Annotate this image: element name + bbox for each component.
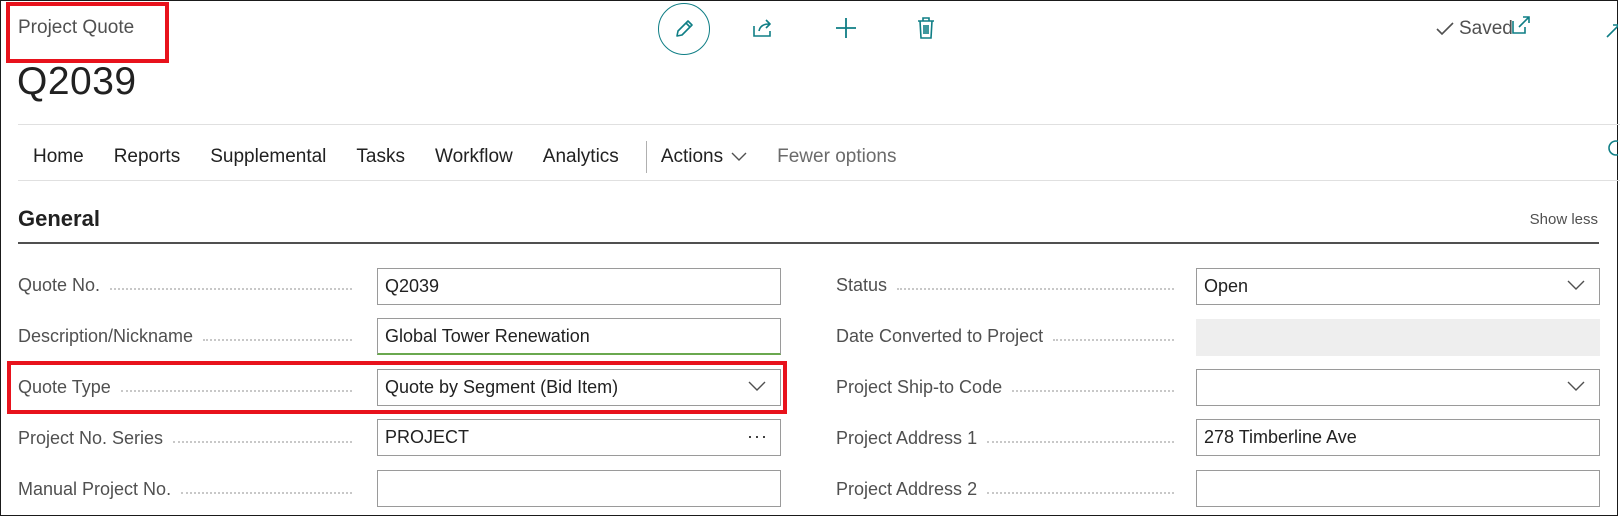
address-2-field[interactable] xyxy=(1196,470,1600,507)
new-button[interactable] xyxy=(831,13,861,43)
manual-project-no-label: Manual Project No. xyxy=(18,479,172,499)
collapse-arrow-icon xyxy=(1606,24,1618,38)
status-value: Open xyxy=(1204,276,1249,296)
quote-no-field[interactable]: Q2039 xyxy=(377,268,781,305)
show-less-link[interactable]: Show less xyxy=(1530,211,1598,228)
trash-icon xyxy=(918,17,934,39)
tab-home[interactable]: Home xyxy=(18,146,99,168)
description-label: Description/Nickname xyxy=(18,326,194,346)
dot-leader xyxy=(110,287,352,290)
highlight-box-caption xyxy=(6,2,169,63)
saved-label: Saved xyxy=(1459,18,1513,39)
open-new-window-button[interactable] xyxy=(1510,14,1536,40)
tab-separator xyxy=(645,141,647,173)
field-row-ship-to-code: Project Ship-to Code xyxy=(836,377,1184,398)
quote-no-label: Quote No. xyxy=(18,275,101,295)
field-row-manual-project-no: Manual Project No. xyxy=(18,479,362,500)
status-select[interactable]: Open xyxy=(1196,268,1600,305)
delete-button[interactable] xyxy=(912,13,940,43)
lookup-ellipsis-icon[interactable]: ··· xyxy=(747,426,768,447)
dot-leader xyxy=(173,440,352,443)
chevron-down-icon xyxy=(1567,381,1585,391)
manual-project-no-field[interactable] xyxy=(377,470,781,507)
field-row-address-2: Project Address 2 xyxy=(836,479,1184,500)
fewer-options-link[interactable]: Fewer options xyxy=(762,146,911,168)
header-divider xyxy=(18,124,1620,125)
dot-leader xyxy=(987,440,1174,443)
status-label: Status xyxy=(836,275,888,295)
share-icon xyxy=(753,19,771,37)
tab-analytics[interactable]: Analytics xyxy=(528,146,634,168)
tab-actions[interactable]: Actions xyxy=(661,146,762,168)
field-row-description: Description/Nickname xyxy=(18,326,362,347)
address-1-field[interactable]: 278 Timberline Ave xyxy=(1196,419,1600,456)
highlight-box-quote-type xyxy=(7,361,787,414)
tab-workflow[interactable]: Workflow xyxy=(420,146,528,168)
collapse-button[interactable] xyxy=(1604,18,1618,40)
actionbar-divider xyxy=(18,180,1620,181)
section-underline xyxy=(18,242,1599,244)
tab-reports[interactable]: Reports xyxy=(99,146,196,168)
pencil-icon xyxy=(676,20,693,37)
address-2-label: Project Address 2 xyxy=(836,479,978,499)
dot-leader xyxy=(181,491,352,494)
description-field[interactable]: Global Tower Renewation xyxy=(377,318,781,355)
project-no-series-field[interactable]: PROJECT ··· xyxy=(377,419,781,456)
search-button[interactable] xyxy=(1606,138,1618,164)
record-title: Q2039 xyxy=(17,60,137,103)
dot-leader xyxy=(1053,338,1174,341)
dot-leader xyxy=(987,491,1174,494)
dot-leader xyxy=(897,287,1174,290)
search-icon xyxy=(1608,140,1618,156)
checkmark-icon xyxy=(1436,22,1454,36)
date-converted-field xyxy=(1196,319,1600,356)
chevron-down-icon xyxy=(1567,280,1585,290)
edit-button[interactable] xyxy=(658,3,710,55)
share-button[interactable] xyxy=(748,14,778,42)
section-title: General xyxy=(18,206,100,231)
project-no-series-label: Project No. Series xyxy=(18,428,164,448)
field-row-quote-no: Quote No. xyxy=(18,275,362,296)
saved-status: Saved xyxy=(1435,18,1513,40)
dot-leader xyxy=(203,338,352,341)
chevron-down-icon xyxy=(731,152,747,161)
field-row-project-no-series: Project No. Series xyxy=(18,428,362,449)
address-1-label: Project Address 1 xyxy=(836,428,978,448)
ship-to-code-label: Project Ship-to Code xyxy=(836,377,1003,397)
field-row-status: Status xyxy=(836,275,1184,296)
plus-icon xyxy=(836,18,856,38)
date-converted-label: Date Converted to Project xyxy=(836,326,1044,346)
tab-supplemental[interactable]: Supplemental xyxy=(195,146,341,168)
ship-to-code-select[interactable] xyxy=(1196,369,1600,406)
project-no-series-value: PROJECT xyxy=(385,427,470,447)
field-row-date-converted: Date Converted to Project xyxy=(836,326,1184,347)
field-row-address-1: Project Address 1 xyxy=(836,428,1184,449)
tab-actions-label: Actions xyxy=(660,146,724,167)
tab-tasks[interactable]: Tasks xyxy=(341,146,420,168)
dot-leader xyxy=(1012,389,1174,392)
open-in-new-window-icon xyxy=(1512,16,1530,34)
action-bar: Home Reports Supplemental Tasks Workflow… xyxy=(18,141,911,173)
